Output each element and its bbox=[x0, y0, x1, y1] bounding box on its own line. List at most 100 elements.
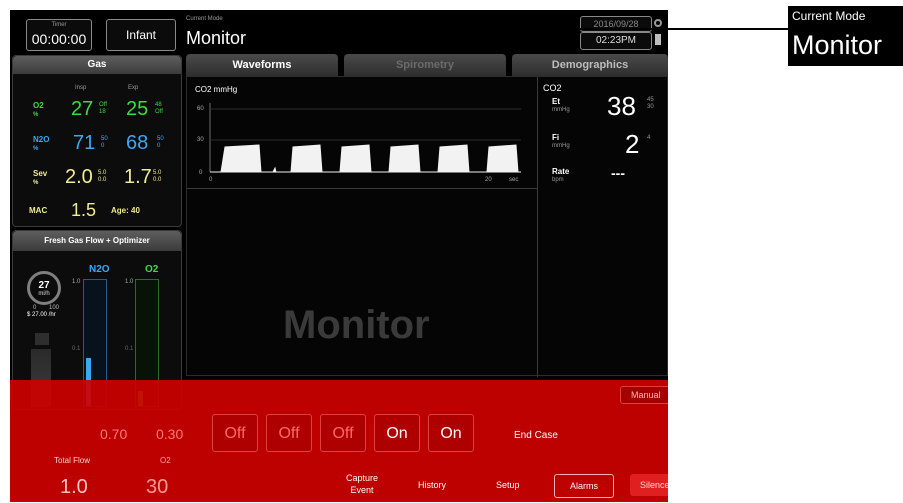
current-mode-value: Monitor bbox=[186, 28, 247, 48]
rate-label: Rate bbox=[552, 167, 570, 176]
o2-insp-high: Off bbox=[99, 102, 107, 108]
toggle-5[interactable]: On bbox=[428, 414, 474, 452]
fgf-panel-title: Fresh Gas Flow + Optimizer bbox=[13, 231, 181, 251]
sev-label: Sev% bbox=[33, 170, 47, 187]
cost-per-hour: $ 27.00 /hr bbox=[27, 312, 56, 318]
flow-gauge: 27 mi/h bbox=[27, 271, 61, 305]
callout-box: Current Mode Monitor bbox=[788, 6, 903, 66]
alarms-button[interactable]: Alarms bbox=[554, 474, 614, 498]
n2o-scale-mid: 0.1 bbox=[72, 346, 81, 352]
manual-button[interactable]: Manual bbox=[620, 386, 668, 404]
n2o-unit: % bbox=[33, 146, 39, 152]
total-flow-label: Total Flow bbox=[54, 456, 91, 465]
waveform-area: CO2 mmHg 60 30 0 0 20 sec Monitor CO2 Et… bbox=[186, 76, 668, 377]
n2o-flow-label: N2O bbox=[89, 264, 110, 275]
y-tick-0: 0 bbox=[199, 170, 203, 176]
o2-flow-label: O2 bbox=[145, 264, 159, 275]
n2o-scale-top: 1.0 bbox=[72, 279, 81, 285]
sev-insp-high: 5.0 bbox=[98, 170, 107, 176]
settings-icon[interactable] bbox=[654, 19, 662, 27]
gas-panel: Gas Insp Exp O2% 27 Off 18 25 48 Off N2O% … bbox=[12, 55, 182, 227]
capture-event-button[interactable]: Capture Event bbox=[340, 472, 384, 496]
n2o-insp-high: 50 bbox=[101, 136, 108, 142]
tab-demographics[interactable]: Demographics bbox=[512, 54, 668, 76]
bottom-value-left: 0.70 bbox=[100, 426, 128, 442]
fi-label: Fi bbox=[552, 133, 560, 142]
o2-exp-low: Off bbox=[155, 109, 163, 115]
timer-button[interactable]: Timer 00:00:00 bbox=[26, 19, 92, 51]
history-button[interactable]: History bbox=[418, 480, 446, 490]
o2-insp-limits: Off 18 bbox=[99, 102, 107, 116]
optimizer-indicator bbox=[35, 333, 49, 345]
sev-unit: % bbox=[33, 180, 39, 186]
waveform-divider bbox=[187, 188, 537, 189]
co2-waveform-trace bbox=[210, 144, 521, 173]
toggle-3[interactable]: Off bbox=[320, 414, 366, 452]
toggle-4[interactable]: On bbox=[374, 414, 420, 452]
bottom-value-right: 0.30 bbox=[156, 426, 184, 442]
toggle-2-label: Off bbox=[278, 425, 300, 442]
o2-scale-top: 1.0 bbox=[125, 279, 134, 285]
n2o-insp-value: 71 bbox=[73, 132, 96, 154]
toggle-1[interactable]: Off bbox=[212, 414, 258, 452]
et-alarm-limits: 45 30 bbox=[647, 97, 654, 111]
toggle-5-label: On bbox=[440, 425, 462, 442]
o2-exp-limits: 48 Off bbox=[155, 102, 163, 116]
time-display[interactable]: 02:23PM bbox=[580, 32, 652, 50]
y-tick-60: 60 bbox=[197, 106, 204, 112]
o2-exp-value: 25 bbox=[126, 98, 149, 120]
current-mode-label: Current Mode bbox=[186, 16, 223, 22]
flow-gauge-tick-max: 100 bbox=[49, 305, 60, 311]
et-value: 38 bbox=[607, 91, 636, 121]
sev-name: Sev bbox=[33, 169, 48, 178]
toggle-4-label: On bbox=[386, 425, 408, 442]
sev-exp-high: 5.0 bbox=[153, 170, 162, 176]
flow-gauge-unit: mi/h bbox=[38, 291, 50, 297]
co2-panel-divider bbox=[537, 77, 538, 377]
tab-waveforms[interactable]: Waveforms bbox=[186, 54, 338, 76]
end-case-button[interactable]: End Case bbox=[514, 430, 558, 441]
silence-button[interactable]: Silence bbox=[630, 474, 668, 496]
mac-label: MAC bbox=[29, 206, 48, 215]
x-tick-0: 0 bbox=[209, 177, 213, 183]
o2-label: O2% bbox=[33, 102, 44, 119]
age-label: Age: 40 bbox=[111, 206, 140, 215]
sev-insp-limits: 5.0 0.0 bbox=[98, 170, 106, 184]
patient-type-button[interactable]: Infant bbox=[106, 19, 176, 51]
fi-unit: mmHg bbox=[552, 143, 570, 149]
n2o-exp-low: 0 bbox=[157, 143, 161, 149]
timer-label: Timer bbox=[51, 22, 67, 28]
sev-insp-value: 2.0 bbox=[65, 166, 93, 188]
flow-gauge-value: 27 bbox=[38, 280, 50, 291]
battery-icon bbox=[655, 34, 661, 45]
toggle-2[interactable]: Off bbox=[266, 414, 312, 452]
gas-panel-title: Gas bbox=[13, 56, 181, 74]
x-tick-sec: sec bbox=[509, 177, 519, 183]
exp-column-label: Exp bbox=[128, 85, 139, 91]
et-unit: mmHg bbox=[552, 107, 570, 113]
toggle-3-label: Off bbox=[332, 425, 354, 442]
sev-exp-low: 0.0 bbox=[153, 177, 162, 183]
o2-percent-label: O2 bbox=[160, 456, 171, 465]
o2-insp-value: 27 bbox=[71, 98, 94, 120]
callout-leader-line bbox=[246, 28, 790, 30]
callout-mode-value: Monitor bbox=[792, 30, 883, 60]
o2-unit: % bbox=[33, 112, 39, 118]
mac-value: 1.5 bbox=[71, 200, 97, 220]
insp-column-label: Insp bbox=[75, 85, 87, 91]
fi-high: 4 bbox=[647, 135, 651, 141]
co2-panel-title: CO2 bbox=[543, 83, 562, 93]
o2-insp-low: 18 bbox=[99, 109, 106, 115]
rate-value: --- bbox=[611, 165, 625, 181]
n2o-name: N2O bbox=[33, 135, 50, 144]
o2-exp-high: 48 bbox=[155, 102, 162, 108]
setup-button[interactable]: Setup bbox=[496, 480, 520, 490]
fi-value: 2 bbox=[625, 129, 640, 159]
callout-mode-label: Current Mode bbox=[792, 9, 866, 23]
sev-insp-low: 0.0 bbox=[98, 177, 107, 183]
toggle-1-label: Off bbox=[224, 425, 246, 442]
tab-spirometry[interactable]: Spirometry bbox=[344, 54, 506, 76]
sev-exp-value: 1.7 bbox=[124, 166, 152, 188]
et-label: Et bbox=[552, 97, 560, 106]
anesthesia-monitor-screen: Timer 00:00:00 Infant Current Mode Monit… bbox=[10, 10, 668, 502]
